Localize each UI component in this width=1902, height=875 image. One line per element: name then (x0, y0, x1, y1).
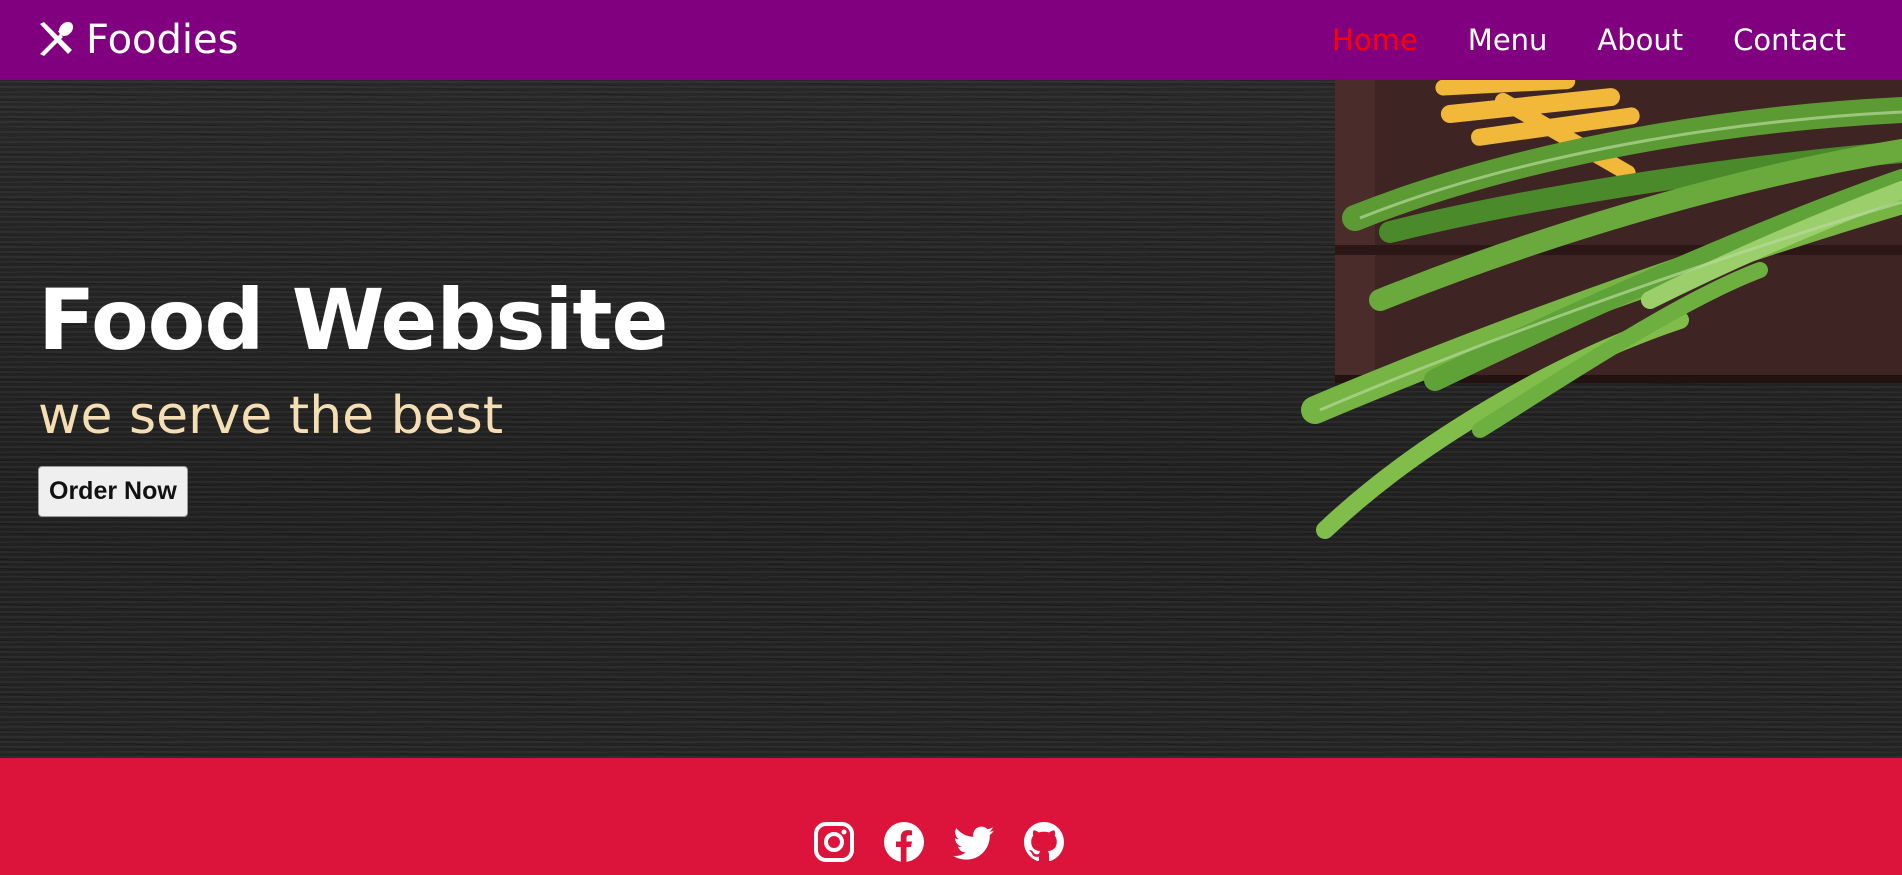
navbar: Foodies Home Menu About Contact (0, 0, 1902, 80)
brand-name: Foodies (86, 17, 239, 63)
nav-link-home[interactable]: Home (1332, 23, 1418, 57)
nav-link-about[interactable]: About (1597, 23, 1683, 57)
nav-link-contact[interactable]: Contact (1733, 23, 1846, 57)
facebook-icon[interactable] (882, 820, 926, 864)
order-now-button[interactable]: Order Now (38, 466, 188, 517)
hero-subtitle: we serve the best (38, 386, 504, 446)
github-icon[interactable] (1022, 820, 1066, 864)
brand[interactable]: Foodies (36, 17, 238, 63)
hero-section: Food Website we serve the best Order Now (0, 80, 1902, 758)
social-icons (812, 820, 1066, 864)
twitter-icon[interactable] (952, 820, 996, 864)
hero-content: Food Website we serve the best Order Now (38, 271, 668, 517)
footer (0, 758, 1902, 875)
nav-link-menu[interactable]: Menu (1468, 23, 1548, 57)
nav-links: Home Menu About Contact (1332, 23, 1846, 57)
fork-spoon-icon (36, 20, 76, 60)
hero-title: Food Website (38, 271, 668, 369)
instagram-icon[interactable] (812, 820, 856, 864)
